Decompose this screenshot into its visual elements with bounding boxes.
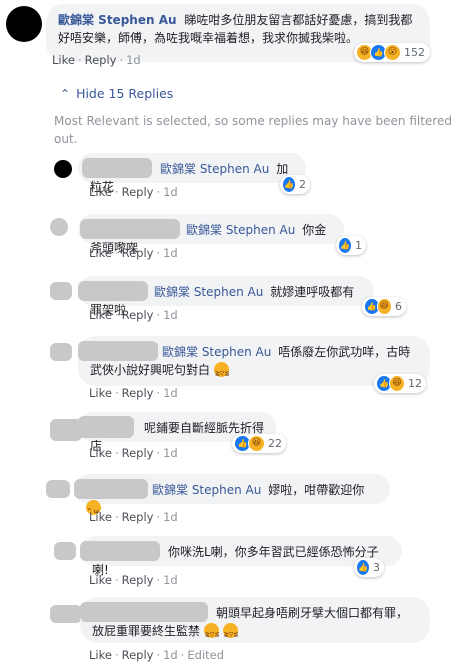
timestamp[interactable]: 1d [163,308,178,322]
rofl-emoji-icon [203,623,220,644]
like-link[interactable]: Like [89,648,112,662]
like-link[interactable]: Like [89,573,112,587]
reply-link[interactable]: Reply [122,446,154,460]
reply-bubble: 朝頭早起身唔刷牙擘大個口都有罪， 放屁重罪要終生監禁 [80,597,430,644]
timestamp[interactable]: 1d [163,648,178,662]
mention[interactable]: 歐錦棠 Stephen Au [154,285,263,299]
mention[interactable]: 歐錦棠 Stephen Au [162,345,271,359]
reply-bubble: 歐錦棠 Stephen Au 嫪啦，咁帶歡迎你 [74,474,390,521]
reaction-summary[interactable]: 👍 3 [354,558,384,577]
avatar[interactable] [6,6,42,42]
redacted-name [82,158,152,178]
mention[interactable]: 歐錦棠 Stephen Au [152,483,261,497]
timestamp[interactable]: 1d [163,246,178,260]
reply-bubble: 歐錦棠 Stephen Au 就嫪連呼吸都有罪架啦 [78,276,374,317]
reaction-summary[interactable]: 👍 😆 12 [374,374,426,393]
reply-actions: Like · Reply · 1d · Edited [89,648,225,662]
rofl-emoji-icon [222,623,238,644]
reply-text: 嫪啦，咁帶歡迎你 [268,483,365,497]
like-link[interactable]: Like [89,510,112,524]
reply-bubble: 歐錦棠 Stephen Au 你金斧頭嚟㗎 [78,214,344,255]
hide-replies-toggle[interactable]: ⌃ Hide 15 Replies [60,86,173,101]
mention[interactable]: 歐錦棠 Stephen Au [186,223,295,237]
reply-text-2: 武俠小說好興呢句對白 [90,363,211,377]
timestamp[interactable]: 1d [126,53,141,67]
reply-text: 朝頭早起身唔刷牙擘大個口都有罪， [216,606,409,620]
haha-reaction-icon: 😆 [389,375,405,392]
reply-bubble: 歐錦棠 Stephen Au 加粒花 [78,153,306,194]
reply-link[interactable]: Reply [122,648,154,662]
reply-bubble: 你咪洗L喇，你多年習武已經係恐怖分子喇! [80,536,402,577]
reply-actions: Like · Reply · 1d [89,308,178,322]
reply-link[interactable]: Reply [122,185,154,199]
reply-actions: Like · Reply · 1d [89,386,178,400]
reply-link[interactable]: Reply [85,53,117,67]
timestamp[interactable]: 1d [163,386,178,400]
reply-actions: Like · Reply · 1d [89,246,178,260]
reply-text-2: 放屁重罪要終生監禁 [92,624,201,638]
like-link[interactable]: Like [89,386,112,400]
like-reaction-icon: 👍 [356,559,370,576]
reply-link[interactable]: Reply [122,386,154,400]
like-reaction-icon: 👍 [282,176,296,193]
reaction-summary[interactable]: 👍 😆 22 [232,434,286,453]
reaction-count: 152 [404,46,425,59]
timestamp[interactable]: 1d [163,573,178,587]
reply-text: 唔係廢左你武功咩，古時 [278,345,411,359]
avatar[interactable] [54,160,72,178]
reply-actions: Like · Reply · 1d [89,185,178,199]
redacted-avatar [50,343,72,361]
chevron-up-icon: ⌃ [60,87,71,101]
reaction-summary[interactable]: 👍 1 [336,236,366,255]
reaction-summary[interactable]: 😆 👍 😮 152 [354,43,430,62]
like-link[interactable]: Like [89,185,112,199]
comment-author[interactable]: 歐錦棠 Stephen Au [58,13,177,27]
reply-link[interactable]: Reply [122,246,154,260]
reaction-summary[interactable]: 👍 2 [280,175,310,194]
like-link[interactable]: Like [52,53,75,67]
redacted-avatar [50,605,82,623]
rofl-emoji-icon [213,362,230,383]
like-link[interactable]: Like [89,446,112,460]
reply-actions: Like · Reply · 1d [89,446,178,460]
reply-link[interactable]: Reply [122,510,154,524]
redacted-avatar [50,218,68,236]
filter-note: Most Relevant is selected, so some repli… [54,114,452,146]
redacted-avatar [46,480,70,498]
like-link[interactable]: Like [89,308,112,322]
timestamp[interactable]: 1d [163,510,178,524]
reaction-summary[interactable]: 👍 😆 6 [362,297,406,316]
comment-text: 睇咗咁多位朋友留言都話好憂慮，搞到我都 [184,13,413,27]
mention[interactable]: 歐錦棠 Stephen Au [160,162,269,176]
reply-link[interactable]: Reply [122,573,154,587]
haha-reaction-icon: 😆 [248,435,265,452]
edited-label[interactable]: Edited [187,648,224,662]
reply-actions: Like · Reply · 1d [89,573,178,587]
reply-link[interactable]: Reply [122,308,154,322]
redacted-avatar [54,542,76,560]
timestamp[interactable]: 1d [163,185,178,199]
redacted-avatar [50,282,72,300]
comment-text-2: 好唔安樂，師傅，為咗我嘅幸福着想，我求你搣我柴啦。 [58,31,359,45]
haha-reaction-icon: 😆 [376,298,392,315]
timestamp[interactable]: 1d [163,446,178,460]
comment-actions: Like · Reply · 1d [52,53,141,67]
like-link[interactable]: Like [89,246,112,260]
hide-replies-label: Hide 15 Replies [76,86,174,101]
reply-actions: Like · Reply · 1d [89,510,178,524]
like-reaction-icon: 👍 [338,237,352,254]
wow-reaction-icon: 😮 [384,44,401,61]
